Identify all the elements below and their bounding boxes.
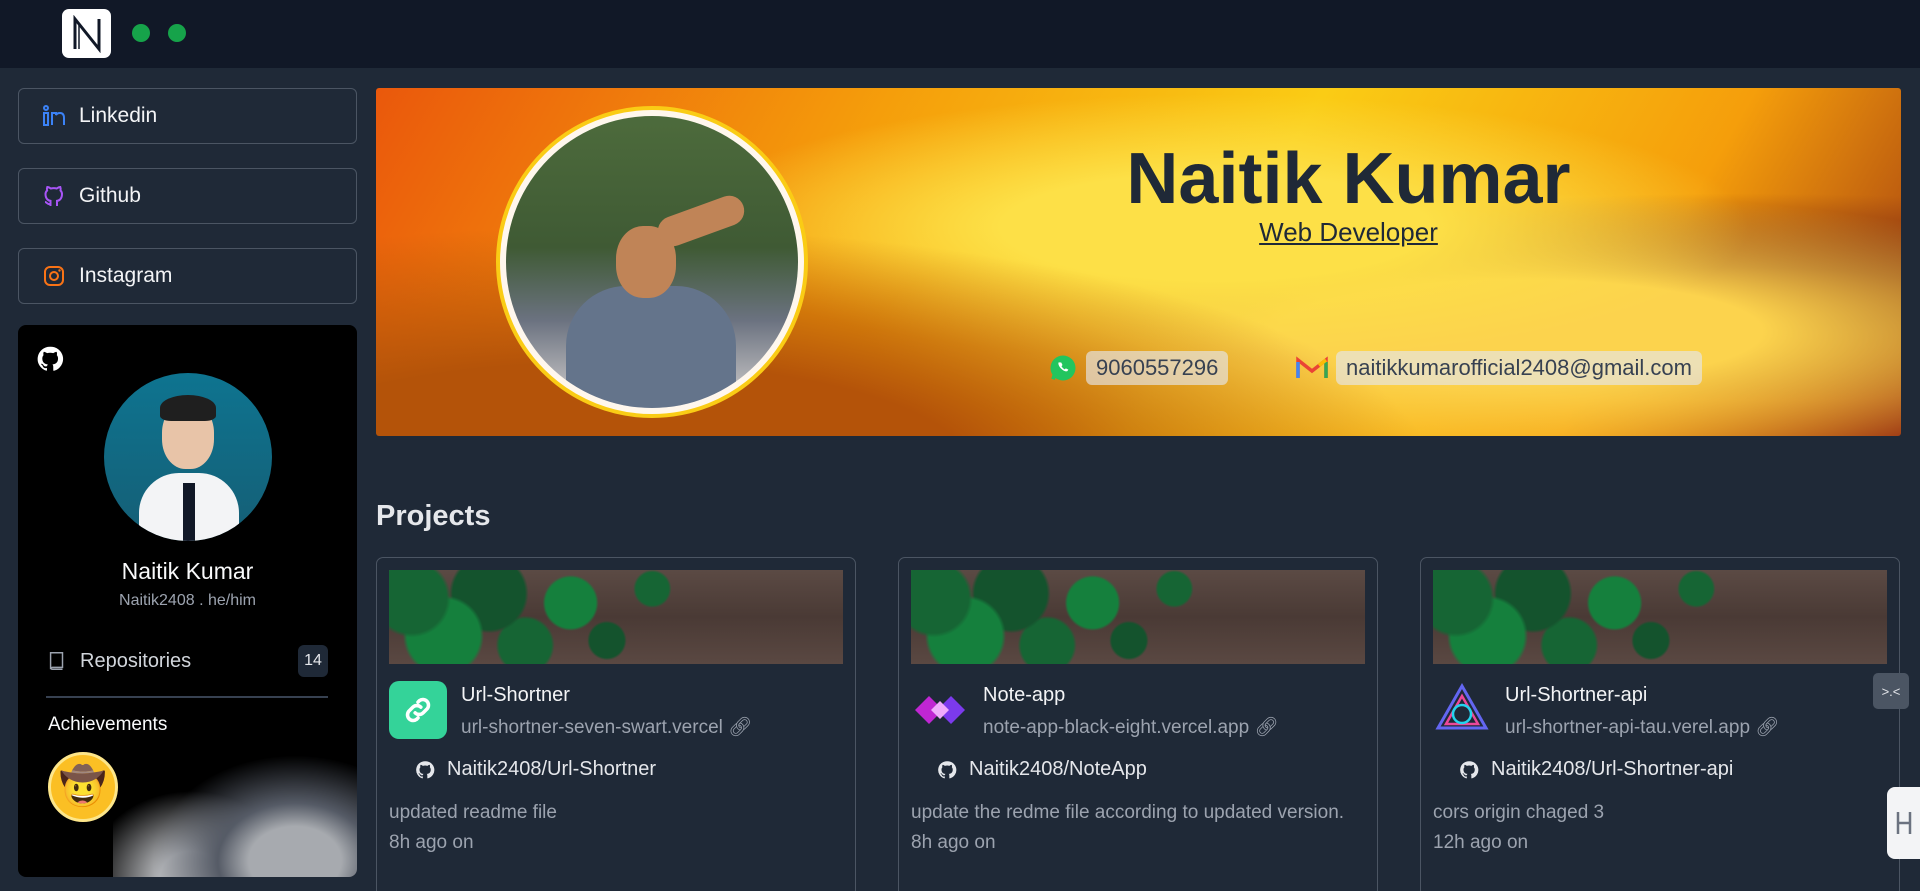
smoke-decoration xyxy=(113,725,357,877)
github-icon xyxy=(416,760,435,778)
repositories-row[interactable]: Repositories 14 xyxy=(46,643,328,679)
link-icon: 🔗︎ xyxy=(1755,717,1780,738)
linkedin-icon xyxy=(41,103,67,129)
commit-time: 8h ago on xyxy=(911,832,996,853)
project-url-link[interactable]: url-shortner-seven-swart.vercel 🔗︎ xyxy=(461,715,752,739)
triangle-logo-icon xyxy=(1433,681,1491,739)
project-cover-image xyxy=(389,570,843,664)
app-logo[interactable] xyxy=(62,9,111,58)
project-title[interactable]: Url-Shortner xyxy=(461,684,570,707)
project-url: url-shortner-api-tau.verel.app xyxy=(1505,717,1751,738)
phone-number: 9060557296 xyxy=(1086,351,1229,385)
email-address: naitikkumarofficial2408@gmail.com xyxy=(1336,351,1702,385)
project-repo-name: Naitik2408/NoteApp xyxy=(969,758,1147,780)
github-icon xyxy=(938,760,957,778)
sidebar-link-instagram[interactable]: Instagram xyxy=(18,248,357,304)
project-repo-link[interactable]: Naitik2408/NoteApp xyxy=(937,758,1147,781)
project-url: note-app-black-eight.vercel.app xyxy=(983,717,1250,738)
h-logo-icon xyxy=(1896,812,1911,834)
projects-title: Projects xyxy=(376,500,491,532)
sidebar-link-linkedin[interactable]: Linkedin xyxy=(18,88,357,144)
phone-contact[interactable]: 9060557296 xyxy=(1048,350,1229,386)
link-icon: 🔗︎ xyxy=(728,717,753,738)
email-contact[interactable]: naitikkumarofficial2408@gmail.com xyxy=(1296,350,1702,386)
gmail-icon xyxy=(1296,356,1328,378)
sidebar-link-label: Linkedin xyxy=(79,104,158,127)
project-repo-link[interactable]: Naitik2408/Url-Shortner-api xyxy=(1459,758,1733,781)
achievement-badge-icon[interactable]: 🤠 xyxy=(48,752,118,822)
sidebar-link-label: Github xyxy=(79,184,141,207)
repositories-count-badge: 14 xyxy=(298,645,328,677)
project-cover-image xyxy=(911,570,1365,664)
project-card-note-app[interactable]: Note-app note-app-black-eight.vercel.app… xyxy=(898,557,1378,891)
github-profile-card: Naitik Kumar Naitik2408 . he/him Reposit… xyxy=(18,325,357,877)
project-card-url-shortner-api[interactable]: Url-Shortner-api url-shortner-api-tau.ve… xyxy=(1420,557,1900,891)
profile-name: Naitik Kumar xyxy=(121,558,254,584)
project-cover-image xyxy=(1433,570,1887,664)
project-url-link[interactable]: url-shortner-api-tau.verel.app 🔗︎ xyxy=(1505,715,1779,739)
hero-banner: Naitik Kumar Web Developer 9060557296 na… xyxy=(376,88,1901,436)
profile-handle: Naitik2408 . he/him xyxy=(119,592,256,609)
note-app-logo-icon xyxy=(911,681,969,739)
commit-message: update the redme file according to updat… xyxy=(911,802,1345,823)
commit-message: updated readme file xyxy=(389,802,557,823)
hero-name: Naitik Kumar xyxy=(1126,139,1571,219)
repositories-label: Repositories xyxy=(80,649,192,672)
repo-icon xyxy=(49,652,64,670)
divider xyxy=(46,696,328,698)
project-title[interactable]: Url-Shortner-api xyxy=(1505,684,1647,707)
side-panel-tab[interactable] xyxy=(1887,787,1920,859)
github-icon[interactable] xyxy=(36,345,64,378)
n-logo-icon xyxy=(73,14,100,53)
project-url: url-shortner-seven-swart.vercel xyxy=(461,717,723,738)
commit-message: cors origin chaged 3 xyxy=(1433,802,1605,823)
status-dot-2 xyxy=(168,24,186,42)
profile-avatar xyxy=(104,373,272,541)
project-card-url-shortner[interactable]: Url-Shortner url-shortner-seven-swart.ve… xyxy=(376,557,856,891)
project-title[interactable]: Note-app xyxy=(983,684,1065,707)
project-repo-name: Naitik2408/Url-Shortner-api xyxy=(1491,758,1734,780)
code-toggle-button[interactable]: >.< xyxy=(1873,673,1909,709)
project-repo-link[interactable]: Naitik2408/Url-Shortner xyxy=(415,758,656,781)
whatsapp-icon xyxy=(1050,355,1076,381)
github-icon xyxy=(41,183,67,209)
project-commit-info: update the redme file according to updat… xyxy=(911,798,1351,858)
hero-role[interactable]: Web Developer xyxy=(376,217,1901,248)
commit-time: 8h ago on xyxy=(389,832,474,853)
sidebar-link-github[interactable]: Github xyxy=(18,168,357,224)
project-commit-info: cors origin chaged 3 12h ago on xyxy=(1433,798,1873,858)
project-url-link[interactable]: note-app-black-eight.vercel.app 🔗︎ xyxy=(983,715,1279,739)
top-bar xyxy=(0,0,1920,68)
link-icon xyxy=(389,681,447,739)
github-icon xyxy=(1460,760,1479,778)
commit-time: 12h ago on xyxy=(1433,832,1529,853)
instagram-icon xyxy=(41,263,67,289)
link-icon: 🔗︎ xyxy=(1254,717,1279,738)
project-commit-info: updated readme file 8h ago on xyxy=(389,798,829,858)
sidebar-link-label: Instagram xyxy=(79,264,173,287)
status-dot-1 xyxy=(132,24,150,42)
project-repo-name: Naitik2408/Url-Shortner xyxy=(447,758,656,780)
